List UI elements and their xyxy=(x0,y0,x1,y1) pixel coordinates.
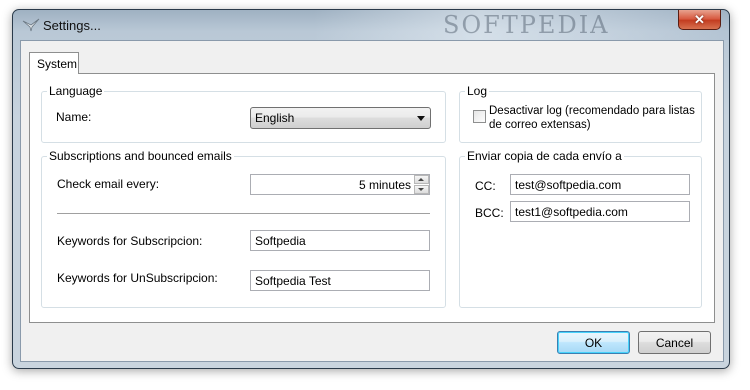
check-interval-spinner[interactable]: 5 minutes xyxy=(250,174,430,195)
cc-label: CC: xyxy=(475,179,496,193)
dialog-body: System Language Name: English Log Desact… xyxy=(20,40,724,362)
separator xyxy=(57,213,430,214)
language-select[interactable]: English xyxy=(250,107,431,129)
app-icon xyxy=(22,18,40,32)
disable-log-label-line2: de correo extensas) xyxy=(489,119,591,131)
subscribe-keywords-label: Keywords for Subscripcion: xyxy=(57,234,203,248)
settings-window: Settings... SOFTPEDIA ✕ System Language … xyxy=(12,9,730,369)
title-bar[interactable]: Settings... SOFTPEDIA ✕ xyxy=(13,10,729,40)
check-email-label: Check email every: xyxy=(57,177,160,191)
chevron-down-icon xyxy=(417,116,425,121)
spin-down-icon[interactable] xyxy=(414,185,429,194)
disable-log-checkbox[interactable] xyxy=(473,110,486,123)
unsubscribe-keywords-input[interactable]: Softpedia Test xyxy=(250,270,430,291)
subscriptions-group: Subscriptions and bounced emails Check e… xyxy=(41,149,446,308)
name-label: Name: xyxy=(56,110,92,124)
close-icon: ✕ xyxy=(694,12,705,27)
cancel-button[interactable]: Cancel xyxy=(638,331,711,354)
disable-log-label-line1: Desactivar log (recomendado para listas xyxy=(489,105,695,117)
ok-button[interactable]: OK xyxy=(557,331,630,354)
log-group-label: Log xyxy=(465,84,490,98)
language-group: Language Name: English xyxy=(41,84,446,143)
spin-up-icon[interactable] xyxy=(414,175,429,184)
check-interval-value: 5 minutes xyxy=(358,178,411,192)
bcc-input[interactable]: test1@softpedia.com xyxy=(510,201,690,222)
close-button[interactable]: ✕ xyxy=(678,10,721,30)
tab-panel-system: Language Name: English Log Desactivar lo… xyxy=(29,73,715,323)
window-title: Settings... xyxy=(43,18,101,33)
cc-input[interactable]: test@softpedia.com xyxy=(510,174,690,195)
subscriptions-group-label: Subscriptions and bounced emails xyxy=(47,149,234,163)
language-select-value: English xyxy=(255,111,295,125)
copy-group-label: Enviar copia de cada envío a xyxy=(465,149,624,163)
watermark-logo: SOFTPEDIA xyxy=(443,11,610,39)
unsubscribe-keywords-label: Keywords for UnSubscripcion: xyxy=(57,271,218,285)
copy-group: Enviar copia de cada envío a CC: test@so… xyxy=(459,149,702,308)
subscribe-keywords-input[interactable]: Softpedia xyxy=(250,230,430,251)
bcc-label: BCC: xyxy=(475,206,504,220)
log-group: Log Desactivar log (recomendado para lis… xyxy=(459,84,702,143)
tab-system[interactable]: System xyxy=(29,52,79,74)
language-group-label: Language xyxy=(47,84,105,98)
